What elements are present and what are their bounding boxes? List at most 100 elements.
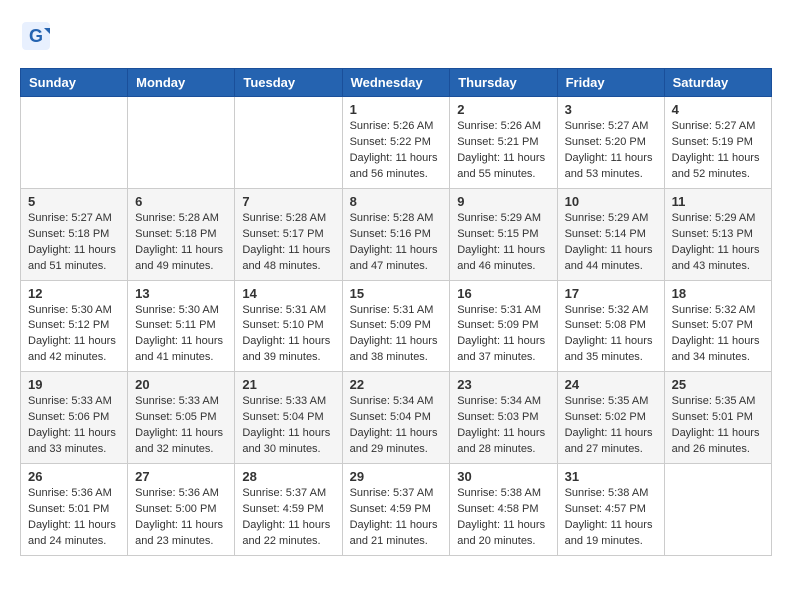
calendar-cell: 22 Sunrise: 5:34 AM Sunset: 5:04 PM Dayli…	[342, 372, 450, 464]
day-number: 16	[457, 286, 549, 301]
calendar-header-monday: Monday	[128, 69, 235, 97]
day-info: Sunrise: 5:29 AM Sunset: 5:15 PM Dayligh…	[457, 211, 549, 275]
day-info: Sunrise: 5:32 AM Sunset: 5:07 PM Dayligh…	[672, 303, 764, 367]
calendar-cell: 15 Sunrise: 5:31 AM Sunset: 5:09 PM Dayli…	[342, 280, 450, 372]
calendar-cell: 7 Sunrise: 5:28 AM Sunset: 5:17 PM Daylig…	[235, 188, 342, 280]
calendar-cell: 12Sunrise: 5:30 AM Sunset: 5:12 PM Dayli…	[21, 280, 128, 372]
day-number: 28	[242, 469, 334, 484]
calendar-table: SundayMondayTuesdayWednesdayThursdayFrid…	[20, 68, 772, 556]
day-number: 25	[672, 377, 764, 392]
day-number: 7	[242, 194, 334, 209]
calendar-cell: 14 Sunrise: 5:31 AM Sunset: 5:10 PM Dayli…	[235, 280, 342, 372]
calendar-cell: 5Sunrise: 5:27 AM Sunset: 5:18 PM Daylig…	[21, 188, 128, 280]
day-info: Sunrise: 5:30 AM Sunset: 5:11 PM Dayligh…	[135, 303, 227, 367]
calendar-cell: 25 Sunrise: 5:35 AM Sunset: 5:01 PM Dayli…	[664, 372, 771, 464]
calendar-cell	[21, 97, 128, 189]
calendar-cell: 18Sunrise: 5:32 AM Sunset: 5:07 PM Dayli…	[664, 280, 771, 372]
calendar-cell: 19 Sunrise: 5:33 AM Sunset: 5:06 PM Dayli…	[21, 372, 128, 464]
day-number: 19	[28, 377, 120, 392]
calendar-cell: 17 Sunrise: 5:32 AM Sunset: 5:08 PM Dayli…	[557, 280, 664, 372]
day-number: 20	[135, 377, 227, 392]
calendar-cell: 13 Sunrise: 5:30 AM Sunset: 5:11 PM Dayli…	[128, 280, 235, 372]
day-info: Sunrise: 5:31 AM Sunset: 5:09 PM Dayligh…	[457, 303, 549, 367]
day-number: 27	[135, 469, 227, 484]
calendar-cell: 6 Sunrise: 5:28 AM Sunset: 5:18 PM Daylig…	[128, 188, 235, 280]
calendar-cell: 20 Sunrise: 5:33 AM Sunset: 5:05 PM Dayli…	[128, 372, 235, 464]
calendar-header-friday: Friday	[557, 69, 664, 97]
calendar-cell	[664, 464, 771, 556]
day-number: 26	[28, 469, 120, 484]
day-number: 5	[28, 194, 120, 209]
day-info: Sunrise: 5:34 AM Sunset: 5:04 PM Dayligh…	[350, 394, 443, 458]
calendar-cell: 27 Sunrise: 5:36 AM Sunset: 5:00 PM Dayli…	[128, 464, 235, 556]
calendar-week-row-3: 12Sunrise: 5:30 AM Sunset: 5:12 PM Dayli…	[21, 280, 772, 372]
day-info: Sunrise: 5:29 AM Sunset: 5:14 PM Dayligh…	[565, 211, 657, 275]
calendar-header-saturday: Saturday	[664, 69, 771, 97]
day-info: Sunrise: 5:28 AM Sunset: 5:16 PM Dayligh…	[350, 211, 443, 275]
day-info: Sunrise: 5:37 AM Sunset: 4:59 PM Dayligh…	[242, 486, 334, 550]
calendar-cell: 30Sunrise: 5:38 AM Sunset: 4:58 PM Dayli…	[450, 464, 557, 556]
day-info: Sunrise: 5:32 AM Sunset: 5:08 PM Dayligh…	[565, 303, 657, 367]
day-number: 10	[565, 194, 657, 209]
calendar-cell: 24 Sunrise: 5:35 AM Sunset: 5:02 PM Dayli…	[557, 372, 664, 464]
calendar-cell	[128, 97, 235, 189]
day-number: 1	[350, 102, 443, 117]
calendar-cell: 11 Sunrise: 5:29 AM Sunset: 5:13 PM Dayli…	[664, 188, 771, 280]
day-info: Sunrise: 5:31 AM Sunset: 5:10 PM Dayligh…	[242, 303, 334, 367]
day-number: 17	[565, 286, 657, 301]
day-info: Sunrise: 5:36 AM Sunset: 5:00 PM Dayligh…	[135, 486, 227, 550]
calendar-cell	[235, 97, 342, 189]
day-info: Sunrise: 5:26 AM Sunset: 5:22 PM Dayligh…	[350, 119, 443, 183]
calendar-cell: 16 Sunrise: 5:31 AM Sunset: 5:09 PM Dayli…	[450, 280, 557, 372]
calendar-cell: 4Sunrise: 5:27 AM Sunset: 5:19 PM Daylig…	[664, 97, 771, 189]
day-number: 2	[457, 102, 549, 117]
day-info: Sunrise: 5:26 AM Sunset: 5:21 PM Dayligh…	[457, 119, 549, 183]
day-number: 30	[457, 469, 549, 484]
day-info: Sunrise: 5:34 AM Sunset: 5:03 PM Dayligh…	[457, 394, 549, 458]
day-number: 3	[565, 102, 657, 117]
day-info: Sunrise: 5:38 AM Sunset: 4:57 PM Dayligh…	[565, 486, 657, 550]
day-info: Sunrise: 5:33 AM Sunset: 5:04 PM Dayligh…	[242, 394, 334, 458]
day-info: Sunrise: 5:35 AM Sunset: 5:01 PM Dayligh…	[672, 394, 764, 458]
day-info: Sunrise: 5:31 AM Sunset: 5:09 PM Dayligh…	[350, 303, 443, 367]
day-number: 24	[565, 377, 657, 392]
day-info: Sunrise: 5:36 AM Sunset: 5:01 PM Dayligh…	[28, 486, 120, 550]
logo-icon: G	[20, 20, 52, 52]
day-info: Sunrise: 5:35 AM Sunset: 5:02 PM Dayligh…	[565, 394, 657, 458]
day-info: Sunrise: 5:28 AM Sunset: 5:17 PM Dayligh…	[242, 211, 334, 275]
day-number: 6	[135, 194, 227, 209]
calendar-header-sunday: Sunday	[21, 69, 128, 97]
day-number: 22	[350, 377, 443, 392]
calendar-header-row: SundayMondayTuesdayWednesdayThursdayFrid…	[21, 69, 772, 97]
day-info: Sunrise: 5:27 AM Sunset: 5:19 PM Dayligh…	[672, 119, 764, 183]
day-info: Sunrise: 5:37 AM Sunset: 4:59 PM Dayligh…	[350, 486, 443, 550]
calendar-header-thursday: Thursday	[450, 69, 557, 97]
day-number: 21	[242, 377, 334, 392]
logo: G	[20, 20, 56, 52]
day-number: 8	[350, 194, 443, 209]
calendar-cell: 8 Sunrise: 5:28 AM Sunset: 5:16 PM Daylig…	[342, 188, 450, 280]
day-number: 15	[350, 286, 443, 301]
calendar-week-row-1: 1 Sunrise: 5:26 AM Sunset: 5:22 PM Daylig…	[21, 97, 772, 189]
svg-text:G: G	[29, 26, 43, 46]
calendar-cell: 26 Sunrise: 5:36 AM Sunset: 5:01 PM Dayli…	[21, 464, 128, 556]
calendar-header-wednesday: Wednesday	[342, 69, 450, 97]
calendar-cell: 23 Sunrise: 5:34 AM Sunset: 5:03 PM Dayli…	[450, 372, 557, 464]
calendar-cell: 28 Sunrise: 5:37 AM Sunset: 4:59 PM Dayli…	[235, 464, 342, 556]
day-info: Sunrise: 5:33 AM Sunset: 5:05 PM Dayligh…	[135, 394, 227, 458]
day-number: 23	[457, 377, 549, 392]
day-info: Sunrise: 5:29 AM Sunset: 5:13 PM Dayligh…	[672, 211, 764, 275]
calendar-cell: 9Sunrise: 5:29 AM Sunset: 5:15 PM Daylig…	[450, 188, 557, 280]
day-number: 13	[135, 286, 227, 301]
day-number: 14	[242, 286, 334, 301]
day-info: Sunrise: 5:33 AM Sunset: 5:06 PM Dayligh…	[28, 394, 120, 458]
calendar-cell: 31 Sunrise: 5:38 AM Sunset: 4:57 PM Dayli…	[557, 464, 664, 556]
calendar-week-row-5: 26 Sunrise: 5:36 AM Sunset: 5:01 PM Dayli…	[21, 464, 772, 556]
day-number: 12	[28, 286, 120, 301]
calendar-week-row-4: 19 Sunrise: 5:33 AM Sunset: 5:06 PM Dayli…	[21, 372, 772, 464]
day-info: Sunrise: 5:28 AM Sunset: 5:18 PM Dayligh…	[135, 211, 227, 275]
day-number: 11	[672, 194, 764, 209]
page-header: G	[20, 20, 772, 52]
calendar-cell: 2 Sunrise: 5:26 AM Sunset: 5:21 PM Daylig…	[450, 97, 557, 189]
day-number: 31	[565, 469, 657, 484]
